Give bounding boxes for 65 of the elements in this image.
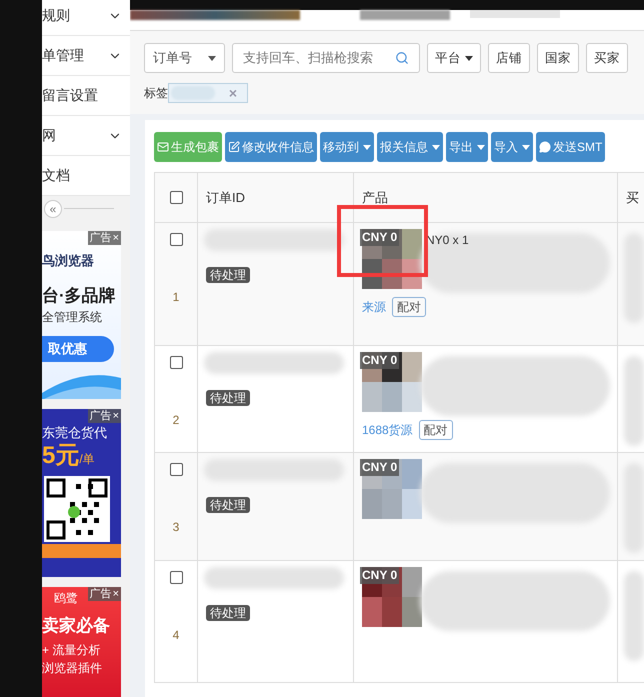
ad-banner[interactable]: 广告× 东莞仓货代 5元/单 <box>42 409 121 577</box>
pair-button[interactable]: 配对 <box>392 297 426 317</box>
toolbar-button[interactable]: 移动到 <box>320 132 374 162</box>
caret-icon <box>432 144 440 150</box>
row-checkbox[interactable] <box>170 356 182 369</box>
price-badge: CNY 0 <box>360 567 400 584</box>
price-badge: CNY 0 <box>360 352 400 369</box>
envelope-icon <box>157 141 169 153</box>
filter-button[interactable]: 平台 <box>427 43 481 73</box>
ad-label[interactable]: 广告× <box>88 409 121 423</box>
ad-text: /单 <box>79 451 95 468</box>
ad-text: 鸥鹭 <box>54 590 78 607</box>
ad-text: 卖家必备 <box>42 615 111 637</box>
chat-icon <box>539 141 551 153</box>
toolbar-button[interactable]: 发送SMT <box>536 132 606 162</box>
qr-code-icon <box>44 476 110 542</box>
ad-label[interactable]: 广告× <box>88 231 121 245</box>
caret-icon <box>363 144 371 150</box>
search-input[interactable]: 支持回车、扫描枪搜索 <box>243 48 393 68</box>
column-header: 订单ID <box>206 188 245 207</box>
caret-icon <box>465 56 473 60</box>
ad-text: 鸟浏览器 <box>42 252 95 270</box>
pair-button[interactable]: 配对 <box>418 420 453 440</box>
row-number: 3 <box>172 519 180 536</box>
status-badge: 待处理 <box>206 497 250 513</box>
status-badge: 待处理 <box>206 267 250 283</box>
toolbar-button[interactable]: 修改收件信息 <box>225 132 317 162</box>
search-type-select[interactable]: 订单号 <box>144 43 225 73</box>
filter-button[interactable]: 买家 <box>586 43 628 73</box>
row-number: 1 <box>172 289 180 306</box>
tag-label: 标签 <box>144 85 168 102</box>
search-icon <box>395 51 409 65</box>
filter-button[interactable]: 店铺 <box>488 43 530 73</box>
ad-text: 东莞仓货代 <box>42 425 107 440</box>
price-badge: CNY 0 <box>360 229 400 246</box>
caret-icon <box>477 144 485 150</box>
status-badge: 待处理 <box>206 390 250 406</box>
caret-icon <box>522 144 530 150</box>
row-number: 4 <box>172 627 180 644</box>
select-all-checkbox[interactable] <box>170 191 182 204</box>
ad-label[interactable]: 广告× <box>88 587 121 601</box>
row-number: 2 <box>172 412 180 429</box>
row-checkbox[interactable] <box>170 233 182 246</box>
filter-button[interactable]: 国家 <box>537 43 579 73</box>
search-field[interactable]: 支持回车、扫描枪搜索 <box>232 43 420 73</box>
collapse-button[interactable]: « <box>44 200 62 218</box>
ad-text: + 流量分析 <box>42 642 102 658</box>
price-badge: CNY 0 <box>360 459 400 476</box>
ad-price: 5元 <box>42 444 80 468</box>
row-checkbox[interactable] <box>170 571 182 584</box>
edit-icon <box>228 141 240 153</box>
ad-banner[interactable]: 鸥鹭 广告× 卖家必备 + 流量分析 浏览器插件 <box>42 587 121 697</box>
toolbar-button[interactable]: 报关信息 <box>377 132 443 162</box>
toolbar-button[interactable]: 导入 <box>491 132 533 162</box>
ad-button[interactable]: 取优惠 <box>42 336 114 362</box>
ad-banner[interactable]: 广告× 鸟浏览器 台·多品牌 全管理系统 取优惠 <box>42 231 121 399</box>
column-header: 产品 <box>362 188 388 207</box>
caret-icon <box>208 56 216 60</box>
toolbar-button[interactable]: 导出 <box>446 132 488 162</box>
status-badge: 待处理 <box>206 605 250 621</box>
ad-text: 台·多品牌 <box>42 284 117 306</box>
ad-text: 浏览器插件 <box>42 660 103 676</box>
column-header: 买 <box>626 188 639 207</box>
ad-text: 全管理系统 <box>42 309 103 326</box>
row-checkbox[interactable] <box>170 463 182 476</box>
